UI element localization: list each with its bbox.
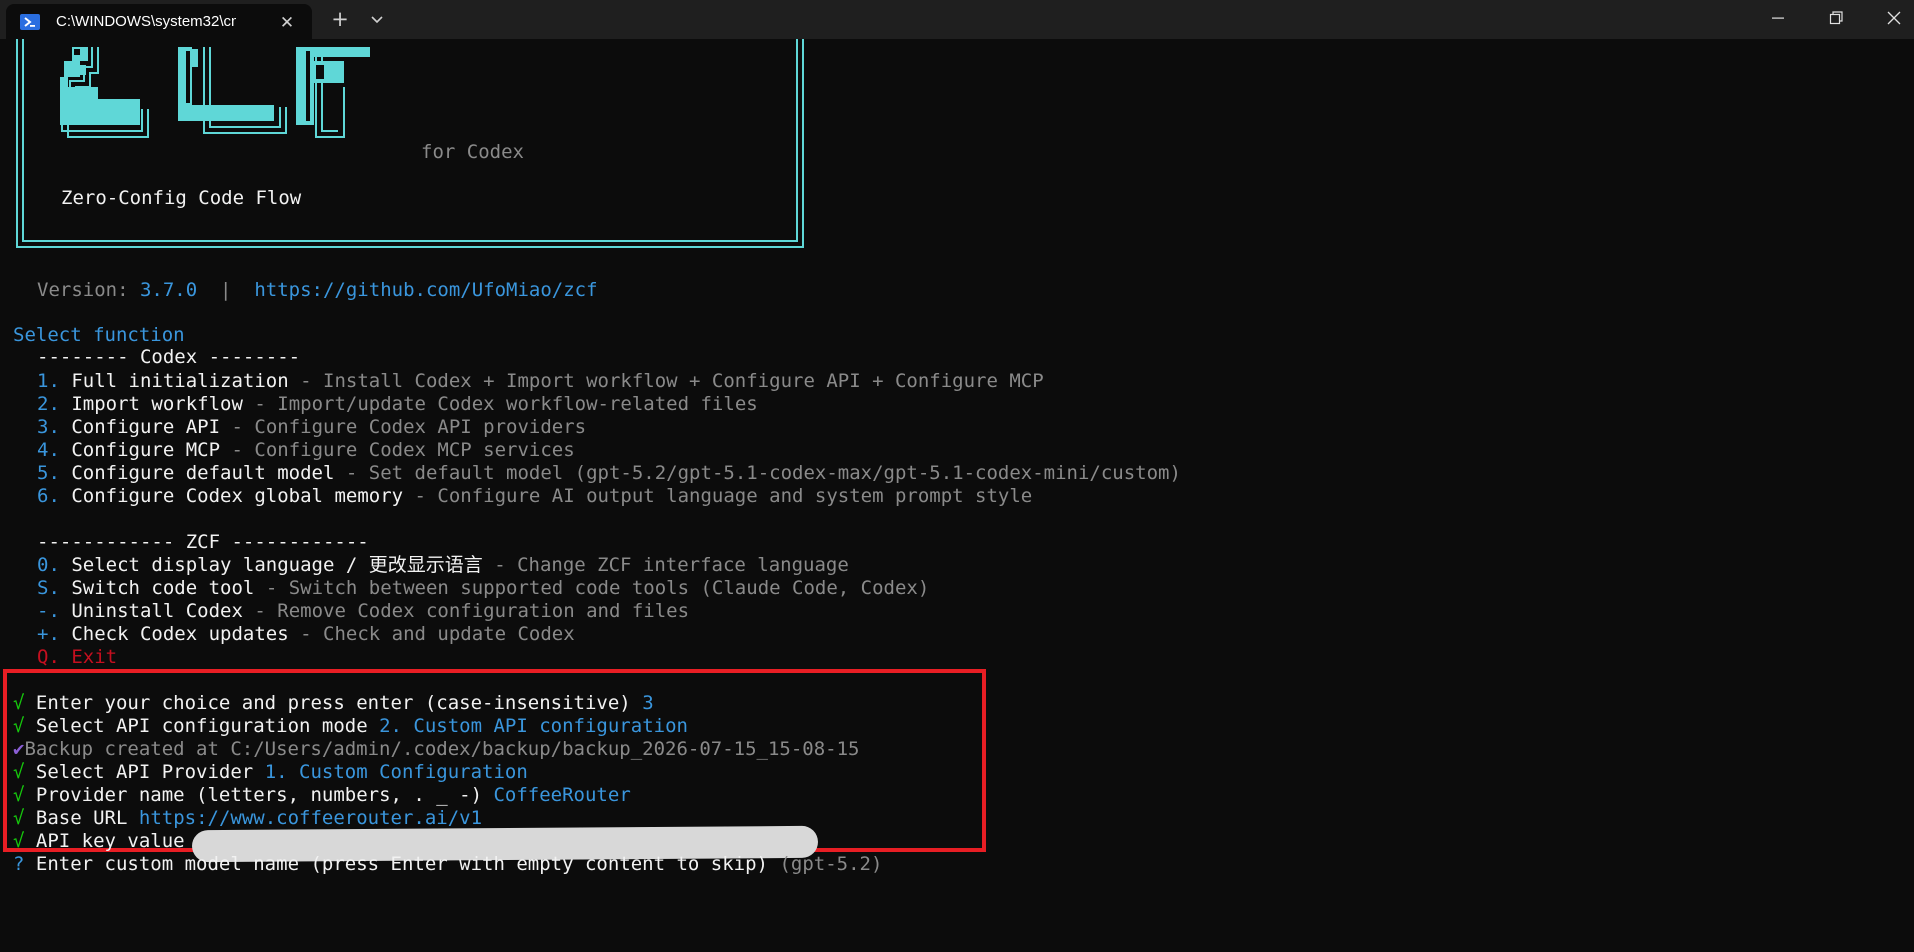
chevron-down-icon[interactable] bbox=[365, 7, 389, 31]
close-window-button[interactable] bbox=[1866, 0, 1914, 36]
session-provider: √ Select API Provider 1. Custom Configur… bbox=[13, 761, 528, 784]
prompt-text: Select API configuration mode bbox=[35, 715, 368, 737]
menu-item-uninstall[interactable]: -. Uninstall Codex - Remove Codex config… bbox=[37, 600, 689, 623]
prompt-text: Enter your choice and press enter (case-… bbox=[35, 692, 631, 714]
menu-label: Exit bbox=[71, 646, 118, 668]
menu-label: Switch code tool bbox=[71, 577, 255, 599]
menu-item-switch-tool[interactable]: S. Switch code tool - Switch between sup… bbox=[37, 577, 929, 600]
repo-link[interactable]: https://github.com/UfoMiao/zcf bbox=[254, 279, 597, 301]
zcf-section-header: ------------ ZCF ------------ bbox=[37, 531, 369, 553]
menu-desc: - Remove Codex configuration and files bbox=[242, 600, 690, 622]
version-value: 3.7.0 bbox=[139, 279, 198, 301]
menu-desc: - Configure Codex API providers bbox=[220, 416, 587, 438]
close-tab-icon[interactable]: ✕ bbox=[276, 12, 298, 34]
zcf-logo-icon bbox=[60, 47, 370, 138]
menu-item-configure-api[interactable]: 3. Configure API - Configure Codex API p… bbox=[37, 416, 586, 439]
version-separator: | bbox=[197, 279, 255, 301]
menu-key: S. bbox=[37, 577, 60, 599]
check-icon: √ bbox=[13, 715, 25, 737]
session-base-url: √ Base URL https://www.coffeerouter.ai/v… bbox=[13, 807, 482, 830]
menu-label: Configure default model bbox=[71, 462, 335, 484]
menu-label: Uninstall Codex bbox=[71, 600, 243, 622]
menu-key: 1. bbox=[37, 370, 60, 392]
menu-desc: - Switch between supported code tools (C… bbox=[254, 577, 930, 599]
menu-label: Configure API bbox=[71, 416, 221, 438]
question-icon: ? bbox=[13, 853, 25, 875]
menu-item-configure-mcp[interactable]: 4. Configure MCP - Configure Codex MCP s… bbox=[37, 439, 575, 462]
menu-key: -. bbox=[37, 600, 60, 622]
prompt-text: Enter custom model name (press Enter wit… bbox=[35, 853, 768, 875]
prompt-text: Base URL bbox=[35, 807, 128, 829]
prompt-text: API key value bbox=[35, 830, 185, 852]
banner-tagline: Zero-Config Code Flow bbox=[61, 187, 302, 209]
menu-label: Configure MCP bbox=[71, 439, 221, 461]
menu-item-language[interactable]: 0. Select display language / 更改显示语言 - Ch… bbox=[37, 554, 849, 577]
menu-item-default-model[interactable]: 5. Configure default model - Set default… bbox=[37, 462, 1181, 485]
menu-item-import-workflow[interactable]: 2. Import workflow - Import/update Codex… bbox=[37, 393, 758, 416]
session-api-key: √ API key value bbox=[13, 830, 185, 853]
menu-label: Configure Codex global memory bbox=[71, 485, 404, 507]
menu-label: Import workflow bbox=[71, 393, 243, 415]
menu-desc: - Configure Codex MCP services bbox=[220, 439, 575, 461]
menu-item-global-memory[interactable]: 6. Configure Codex global memory - Confi… bbox=[37, 485, 1032, 508]
menu-key: 3. bbox=[37, 416, 60, 438]
menu-item-full-init[interactable]: 1. Full initialization - Install Codex +… bbox=[37, 370, 1044, 393]
answer-text: 2. Custom API configuration bbox=[379, 715, 688, 737]
maximize-button[interactable] bbox=[1808, 0, 1864, 36]
menu-label: Select display language / 更改显示语言 bbox=[71, 554, 483, 576]
minimize-button[interactable] bbox=[1750, 0, 1806, 36]
backup-text: Backup created at C:/Users/admin/.codex/… bbox=[24, 738, 860, 760]
session-backup: ✔Backup created at C:/Users/admin/.codex… bbox=[13, 738, 860, 761]
prompt-text: Provider name (letters, numbers, . _ -) bbox=[35, 784, 483, 806]
check-icon: √ bbox=[13, 807, 25, 829]
terminal-tab[interactable]: C:\WINDOWS\system32\cmd.e ✕ bbox=[6, 4, 312, 39]
session-choice: √ Enter your choice and press enter (cas… bbox=[13, 692, 654, 715]
restore-icon bbox=[1829, 11, 1843, 25]
answer-text: CoffeeRouter bbox=[493, 784, 631, 806]
new-tab-button[interactable]: + bbox=[328, 7, 352, 31]
check-icon: √ bbox=[13, 830, 25, 852]
check-icon: √ bbox=[13, 692, 25, 714]
menu-key: 2. bbox=[37, 393, 60, 415]
menu-key: 6. bbox=[37, 485, 60, 507]
menu-key: +. bbox=[37, 623, 60, 645]
answer-text: 1. Custom Configuration bbox=[264, 761, 528, 783]
menu-label: Check Codex updates bbox=[71, 623, 289, 645]
menu-label: Full initialization bbox=[71, 370, 289, 392]
menu-desc: - Install Codex + Import workflow + Conf… bbox=[288, 370, 1044, 392]
menu-key: Q. bbox=[37, 646, 60, 668]
menu-title: Select function bbox=[13, 324, 185, 346]
default-value: (gpt-5.2) bbox=[779, 853, 883, 875]
codex-section-header: -------- Codex -------- bbox=[37, 346, 301, 368]
tab-title: C:\WINDOWS\system32\cmd.e bbox=[56, 13, 236, 30]
answer-text: 3 bbox=[642, 692, 654, 714]
menu-item-exit[interactable]: Q. Exit bbox=[37, 646, 117, 669]
check-icon: √ bbox=[13, 761, 25, 783]
menu-desc: - Change ZCF interface language bbox=[482, 554, 849, 576]
menu-desc: - Configure AI output language and syste… bbox=[403, 485, 1033, 507]
menu-desc: - Check and update Codex bbox=[288, 623, 575, 645]
check-icon: √ bbox=[13, 784, 25, 806]
checkmark-icon: ✔ bbox=[13, 738, 25, 760]
menu-desc: - Import/update Codex workflow-related f… bbox=[242, 393, 758, 415]
version-line: Version: 3.7.0 | https://github.com/UfoM… bbox=[37, 279, 598, 302]
banner-subtitle: for Codex bbox=[421, 141, 524, 163]
menu-key: 4. bbox=[37, 439, 60, 461]
answer-text: https://www.coffeerouter.ai/v1 bbox=[138, 807, 483, 829]
session-mode: √ Select API configuration mode 2. Custo… bbox=[13, 715, 688, 738]
menu-key: 0. bbox=[37, 554, 60, 576]
version-label: Version: bbox=[37, 279, 140, 301]
terminal-output[interactable]: for Codex Zero-Config Code Flow Version:… bbox=[0, 39, 1914, 952]
minimize-icon bbox=[1772, 17, 1784, 19]
menu-key: 5. bbox=[37, 462, 60, 484]
powershell-icon bbox=[20, 14, 40, 30]
menu-desc: - Set default model (gpt-5.2/gpt-5.1-cod… bbox=[334, 462, 1181, 484]
close-icon bbox=[1887, 11, 1901, 25]
session-model-input[interactable]: ? Enter custom model name (press Enter w… bbox=[13, 853, 882, 876]
session-provider-name: √ Provider name (letters, numbers, . _ -… bbox=[13, 784, 631, 807]
menu-item-check-updates[interactable]: +. Check Codex updates - Check and updat… bbox=[37, 623, 575, 646]
title-bar: C:\WINDOWS\system32\cmd.e ✕ + bbox=[0, 0, 1914, 39]
prompt-text: Select API Provider bbox=[35, 761, 254, 783]
